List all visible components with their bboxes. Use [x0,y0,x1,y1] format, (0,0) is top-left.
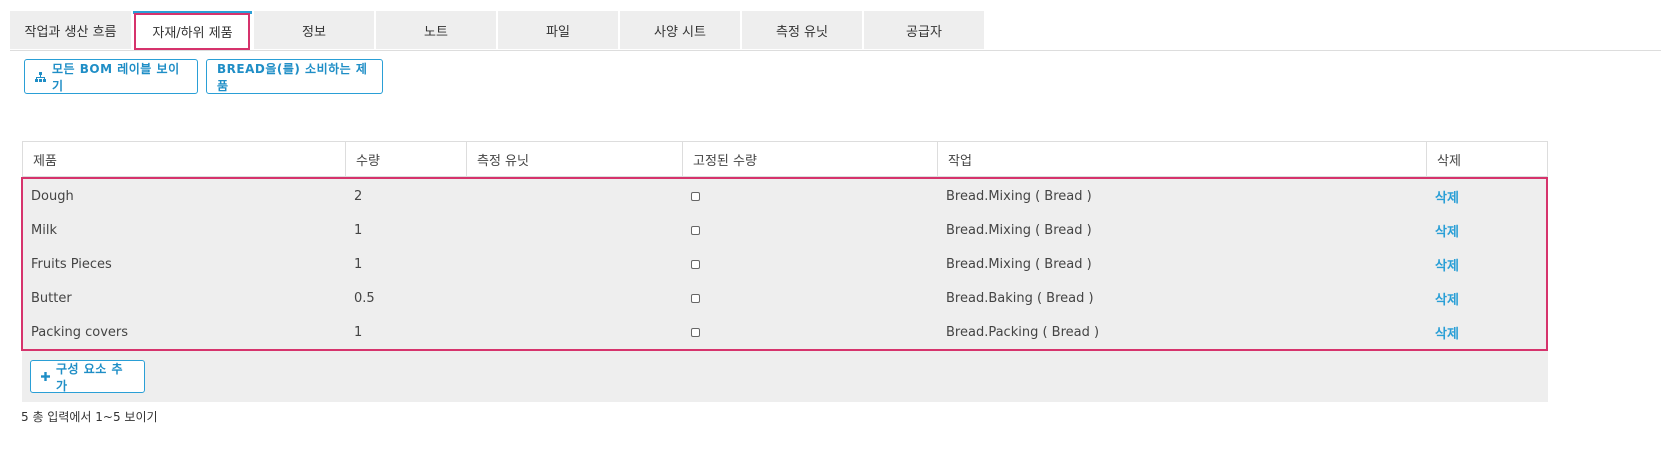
add-component-button[interactable]: 구성 요소 추가 [30,360,145,393]
column-header-quantity[interactable]: 수량 [345,142,466,176]
tab-units-of-measure[interactable]: 측정 유닛 [742,11,862,49]
cell-product: Butter [31,290,72,306]
tab-info[interactable]: 정보 [254,11,374,49]
cell-quantity[interactable]: 1 [354,247,362,281]
column-header-product[interactable]: 제품 [23,142,345,176]
tab-materials-subproducts[interactable]: 자재/하위 제품 [133,11,252,49]
cell-operation: Bread.Mixing ( Bread ) [946,188,1092,204]
table-header: 제품 수량 측정 유닛 고정된 수량 작업 삭제 [22,141,1548,177]
tab-spec-sheet[interactable]: 사양 시트 [620,11,740,49]
tab-suppliers[interactable]: 공급자 [864,11,984,49]
tab-label: 자재/하위 제품 [152,26,233,41]
tab-files[interactable]: 파일 [498,11,618,49]
cell-quantity[interactable]: 1 [354,315,362,349]
components-table: 제품 수량 측정 유닛 고정된 수량 작업 삭제 Dough 2 Bread.M… [22,141,1548,402]
cell-product: Fruits Pieces [31,256,112,272]
tab-operations-flow[interactable]: 작업과 생산 흐름 [10,11,131,49]
fixed-quantity-checkbox[interactable] [691,247,700,281]
tab-label: 파일 [546,24,570,40]
table-row: Dough 2 Bread.Mixing ( Bread ) 삭제 [22,179,1548,213]
cell-product: Milk [31,222,57,238]
plus-icon [41,372,50,381]
tab-label: 측정 유닛 [776,24,828,40]
button-label: 구성 요소 추가 [56,361,124,393]
tab-notes[interactable]: 노트 [376,11,496,49]
delete-link[interactable]: 삭제 [1435,315,1459,349]
cell-operation: Bread.Packing ( Bread ) [946,324,1100,340]
tab-label: 공급자 [906,24,942,40]
table-row: Packing covers 1 Bread.Packing ( Bread )… [22,315,1548,349]
table-row: Fruits Pieces 1 Bread.Mixing ( Bread ) 삭… [22,247,1548,281]
button-label: BREAD을(를) 소비하는 제품 [217,61,368,93]
tab-bar: 작업과 생산 흐름 자재/하위 제품 정보 노트 파일 사양 시트 측정 유닛 … [10,11,1661,51]
column-header-unit[interactable]: 측정 유닛 [466,142,682,176]
products-consuming-button[interactable]: BREAD을(를) 소비하는 제품 [206,59,383,94]
fixed-quantity-checkbox[interactable] [691,213,700,247]
show-all-bom-labels-button[interactable]: 모든 BOM 레이블 보이기 [24,59,198,94]
column-header-delete[interactable]: 삭제 [1426,142,1547,176]
cell-operation: Bread.Mixing ( Bread ) [946,222,1092,238]
cell-product: Dough [31,188,74,204]
tab-label: 작업과 생산 흐름 [24,24,117,40]
fixed-quantity-checkbox[interactable] [691,315,700,349]
delete-link[interactable]: 삭제 [1435,281,1459,315]
delete-link[interactable]: 삭제 [1435,247,1459,281]
cell-operation: Bread.Baking ( Bread ) [946,290,1094,306]
cell-quantity[interactable]: 0.5 [354,281,375,315]
column-header-fixed-quantity[interactable]: 고정된 수량 [682,142,937,176]
table-row: Butter 0.5 Bread.Baking ( Bread ) 삭제 [22,281,1548,315]
cell-operation: Bread.Mixing ( Bread ) [946,256,1092,272]
tab-label: 노트 [424,24,448,40]
sitemap-icon [35,71,46,82]
tab-label: 정보 [302,24,326,40]
table-row: Milk 1 Bread.Mixing ( Bread ) 삭제 [22,213,1548,247]
cell-quantity[interactable]: 1 [354,213,362,247]
cell-quantity[interactable]: 2 [354,179,362,213]
tab-label: 사양 시트 [654,24,706,40]
fixed-quantity-checkbox[interactable] [691,179,700,213]
button-label: 모든 BOM 레이블 보이기 [52,61,180,93]
fixed-quantity-checkbox[interactable] [691,281,700,315]
delete-link[interactable]: 삭제 [1435,179,1459,213]
delete-link[interactable]: 삭제 [1435,213,1459,247]
pagination-summary: 5 총 입력에서 1~5 보이기 [21,410,158,424]
cell-product: Packing covers [31,324,129,340]
column-header-operation[interactable]: 작업 [937,142,1426,176]
